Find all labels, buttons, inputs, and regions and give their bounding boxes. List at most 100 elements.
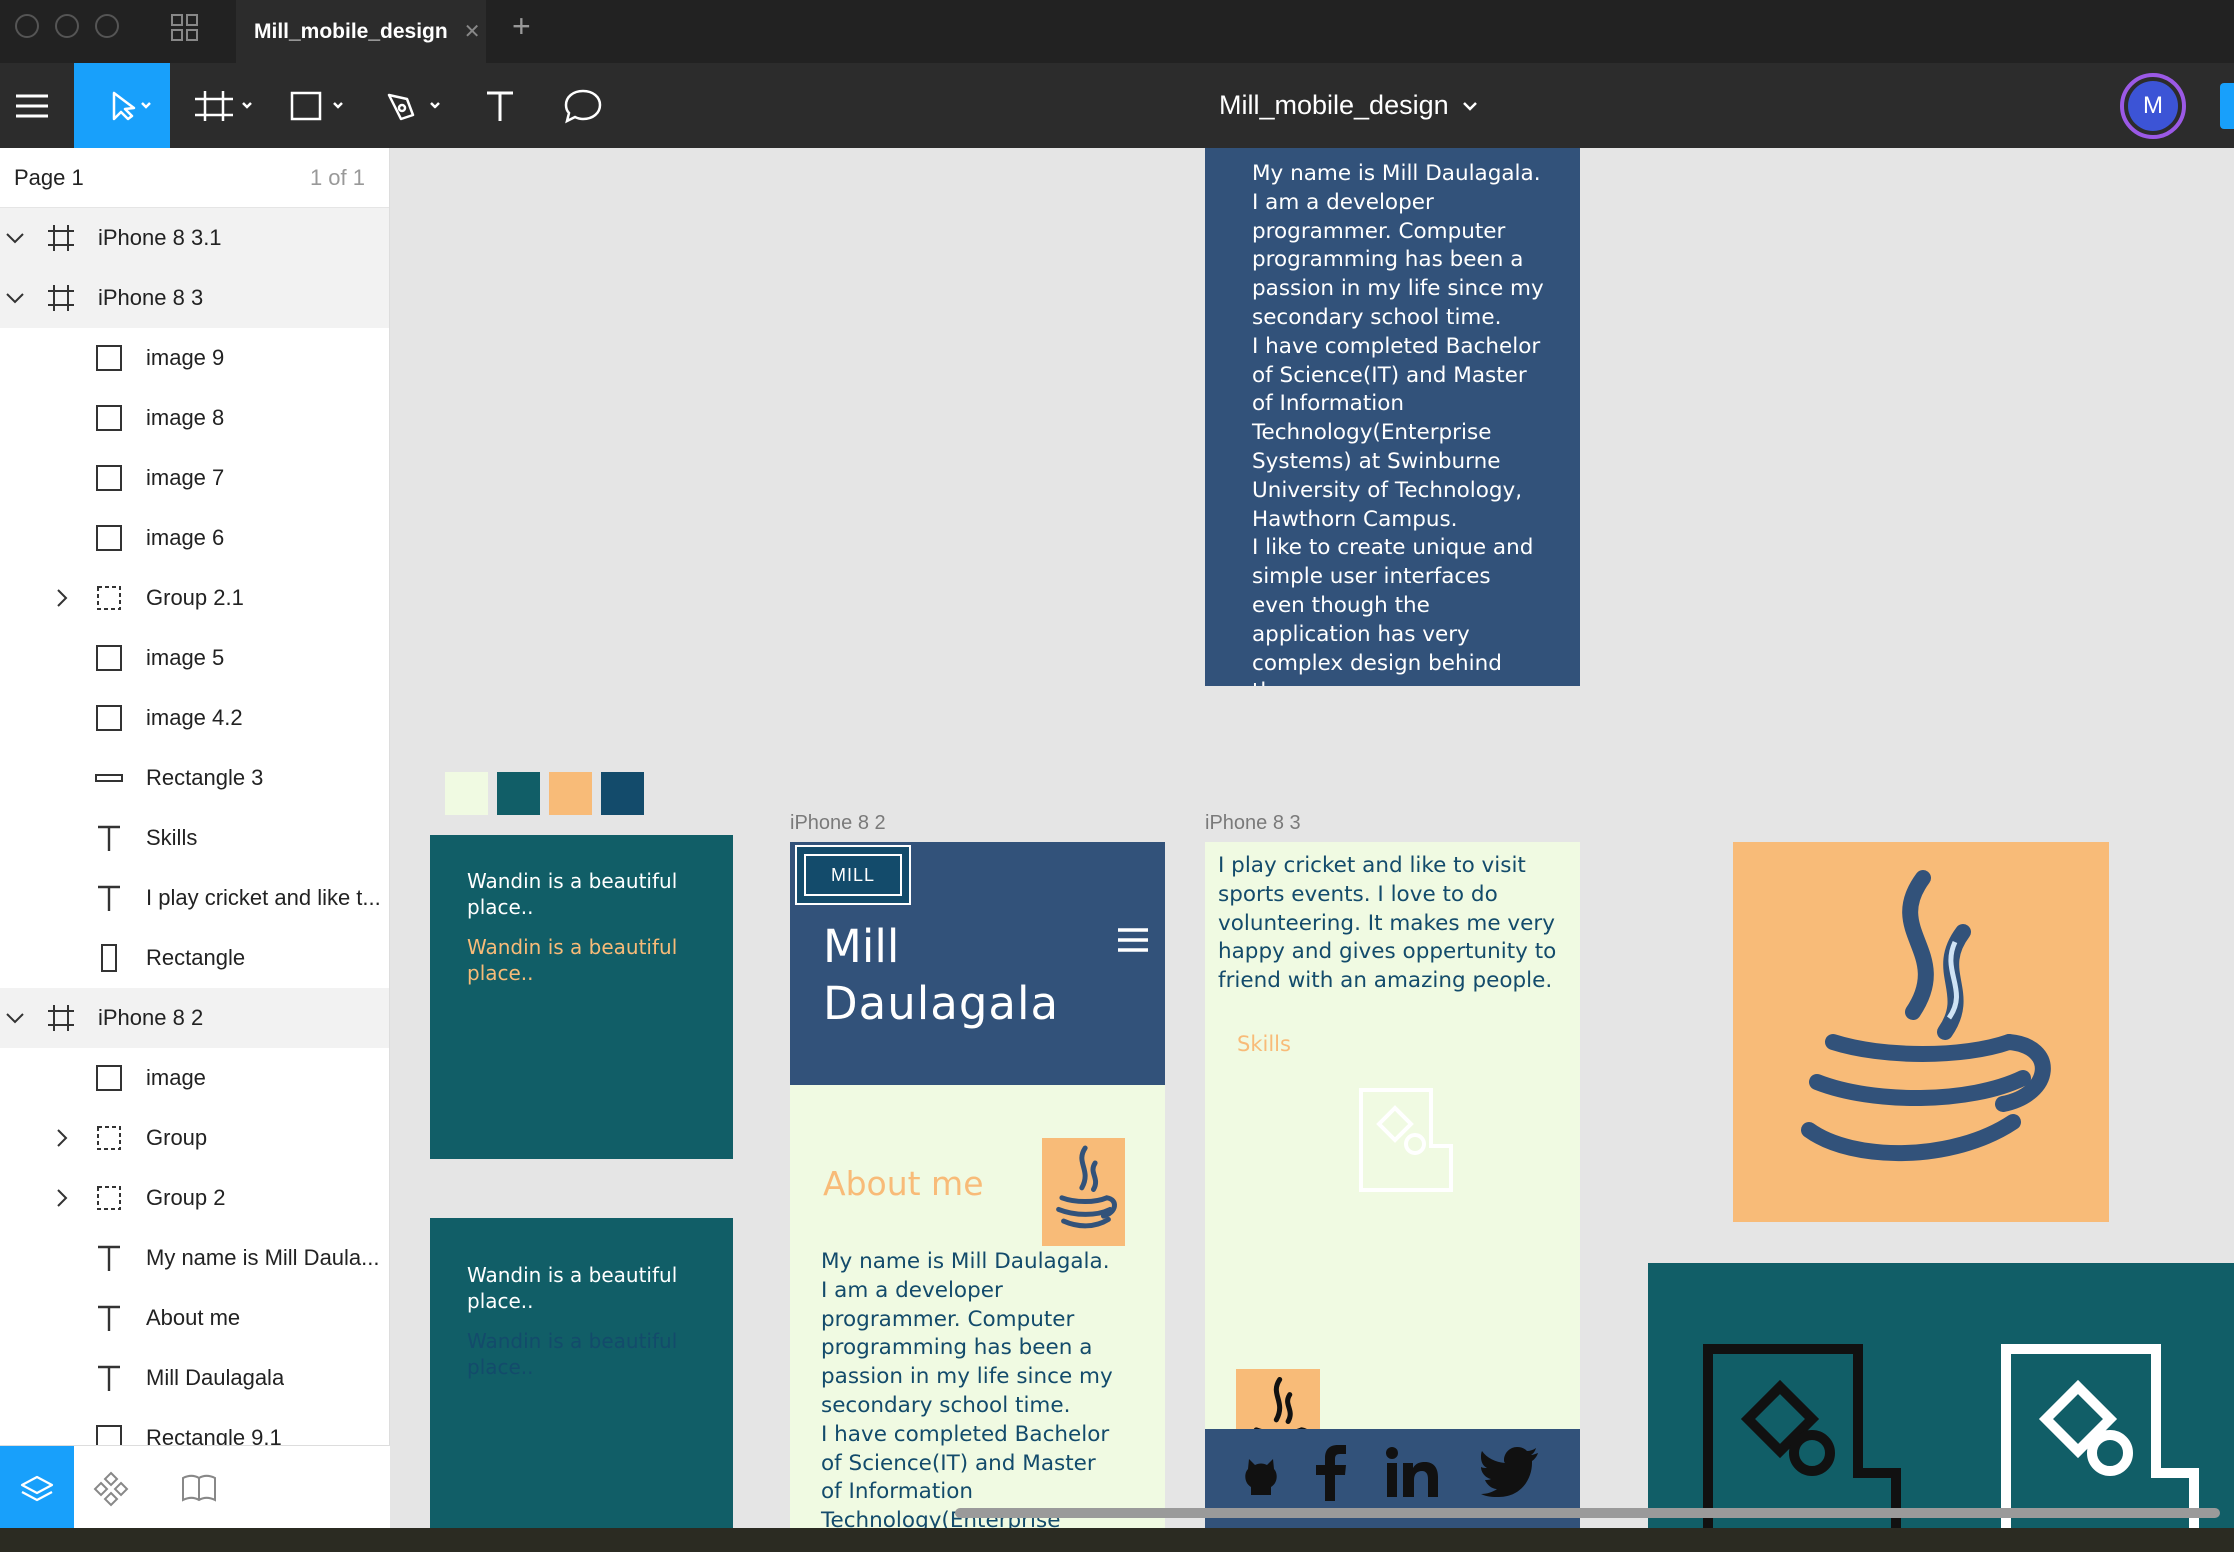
layer-row[interactable]: Rectangle [0, 928, 389, 988]
facebook-icon[interactable] [1313, 1445, 1349, 1501]
file-tab-title: Mill_mobile_design [254, 19, 448, 43]
iphone-8-3-frame[interactable]: I play cricket and like to visit sports e… [1205, 842, 1580, 1528]
library-tab[interactable] [180, 1470, 220, 1510]
layer-row[interactable]: image 6 [0, 508, 389, 568]
linkedin-icon[interactable] [1385, 1447, 1439, 1497]
layer-label: iPhone 8 3 [98, 285, 204, 310]
layer-label: iPhone 8 2 [98, 1005, 204, 1030]
shape-tool-button[interactable] [285, 63, 355, 148]
rectangle-icon [94, 403, 124, 433]
avatar[interactable]: M [2120, 73, 2186, 139]
puzzle-document-icon [1359, 1088, 1453, 1192]
layer-row[interactable]: My name is Mill Daula... [0, 1228, 389, 1288]
chevron-right-icon[interactable] [52, 1187, 72, 1214]
iphone-8-2-frame[interactable]: MILL Mill Daulagala About me My name is … [790, 842, 1165, 1528]
frame-tool-button[interactable] [190, 63, 260, 148]
palette-swatch[interactable] [497, 772, 540, 815]
twitter-icon[interactable] [1481, 1447, 1539, 1497]
text-line: My name is Mill Daulagala. [821, 1249, 1110, 1274]
horizontal-scrollbar[interactable] [955, 1508, 2220, 1518]
layer-row[interactable]: About me [0, 1288, 389, 1348]
github-icon[interactable] [1241, 1453, 1281, 1497]
java-logo-large[interactable] [1733, 842, 2109, 1222]
layer-row[interactable]: I play cricket and like t... [0, 868, 389, 928]
close-window-button[interactable] [15, 14, 39, 38]
layer-row[interactable]: Mill Daulagala [0, 1348, 389, 1408]
layer-row[interactable]: image 5 [0, 628, 389, 688]
chevron-right-icon[interactable] [52, 587, 72, 614]
java-cup-icon [1056, 1145, 1117, 1229]
text-line: passion in my life since my [1252, 276, 1544, 302]
comment-tool-button[interactable] [555, 63, 610, 148]
layer-row[interactable]: iPhone 8 3.1 [0, 208, 389, 268]
components-icon [93, 1471, 129, 1507]
text-line: Systems) at Swinburne [1252, 448, 1501, 474]
skills-title: Skills [1237, 1032, 1291, 1056]
chevron-right-icon[interactable] [52, 1127, 72, 1154]
chevron-down-icon[interactable] [4, 288, 26, 313]
hamburger-icon [16, 94, 48, 117]
pen-tool-button[interactable] [380, 63, 450, 148]
rectangle-tool-icon [290, 91, 343, 120]
minimize-window-button[interactable] [55, 14, 79, 38]
text-line: happy and gives oppertunity to [1218, 939, 1557, 965]
layer-row[interactable]: Group 2 [0, 1168, 389, 1228]
layer-row[interactable]: image 9 [0, 328, 389, 388]
share-button[interactable] [2220, 83, 2234, 129]
file-tab[interactable]: Mill_mobile_design ✕ [236, 0, 486, 63]
layer-row[interactable]: image 7 [0, 448, 389, 508]
text-tool-button[interactable] [475, 63, 525, 148]
layer-row[interactable]: image [0, 1048, 389, 1108]
chevron-down-icon[interactable] [4, 228, 26, 253]
close-tab-icon[interactable]: ✕ [464, 19, 481, 44]
layer-row[interactable]: Rectangle 3 [0, 748, 389, 808]
text-line: Hawthorn Campus. [1252, 506, 1458, 532]
design-canvas[interactable]: My name is Mill Daulagala. I am a develop… [390, 148, 2234, 1528]
skills-icons-panel[interactable] [1648, 1263, 2234, 1528]
frame-label[interactable]: iPhone 8 2 [790, 812, 886, 835]
grid-icon[interactable] [170, 13, 200, 43]
tall-rectangle-icon [94, 943, 124, 973]
layer-label: image 9 [146, 345, 225, 370]
text-line: I have completed Bachelor [821, 1421, 1110, 1447]
group-icon [94, 1123, 124, 1153]
text-icon [94, 1243, 124, 1273]
text-line: even though the [1252, 592, 1430, 618]
text-line: programmer. Computer [821, 1306, 1075, 1332]
text-line: secondary school time. [821, 1392, 1071, 1418]
new-tab-button[interactable]: + [512, 8, 531, 45]
frame-label[interactable]: iPhone 8 3 [1205, 812, 1301, 835]
text-line: programming has been a [821, 1335, 1093, 1361]
page-selector[interactable]: Page 1 1 of 1 [0, 148, 389, 208]
puzzle-document-icon [1703, 1344, 1901, 1528]
page-count: 1 of 1 [309, 165, 365, 190]
layers-tab[interactable] [0, 1446, 74, 1531]
layer-row[interactable]: image 4.2 [0, 688, 389, 748]
layer-row[interactable]: iPhone 8 3 [0, 268, 389, 328]
chevron-down-icon[interactable] [4, 1008, 26, 1033]
card-text: Wandin is a beautiful place.. [467, 869, 678, 919]
palette-swatch[interactable] [445, 772, 488, 815]
palette-swatch[interactable] [549, 772, 592, 815]
main-menu-button[interactable] [0, 63, 64, 148]
text-line: sports events. I love to do [1218, 881, 1498, 907]
layer-row[interactable]: image 8 [0, 388, 389, 448]
layer-row[interactable]: iPhone 8 2 [0, 988, 389, 1048]
palette-swatch[interactable] [601, 772, 644, 815]
teal-card[interactable]: Wandin is a beautiful place.. Wandin is … [430, 835, 733, 1159]
java-cup-icon [1801, 870, 2051, 1161]
text-line: of Information [821, 1479, 974, 1505]
layer-row[interactable]: Group [0, 1108, 389, 1168]
components-tab[interactable] [92, 1470, 132, 1510]
puzzle-document-icon [2001, 1344, 2199, 1528]
text-line: secondary school time. [1252, 304, 1502, 330]
hamburger-icon[interactable] [1118, 927, 1148, 953]
bio-text-frame[interactable]: My name is Mill Daulagala. I am a develop… [1205, 148, 1580, 686]
layer-row[interactable]: Skills [0, 808, 389, 868]
teal-card[interactable]: Wandin is a beautiful place.. Wandin is … [430, 1218, 733, 1528]
maximize-window-button[interactable] [95, 14, 119, 38]
text-line: I like to create unique and [1252, 535, 1534, 561]
file-name-menu[interactable]: Mill_mobile_design [1219, 63, 1479, 148]
layer-row[interactable]: Group 2.1 [0, 568, 389, 628]
move-tool-button[interactable] [74, 63, 170, 148]
